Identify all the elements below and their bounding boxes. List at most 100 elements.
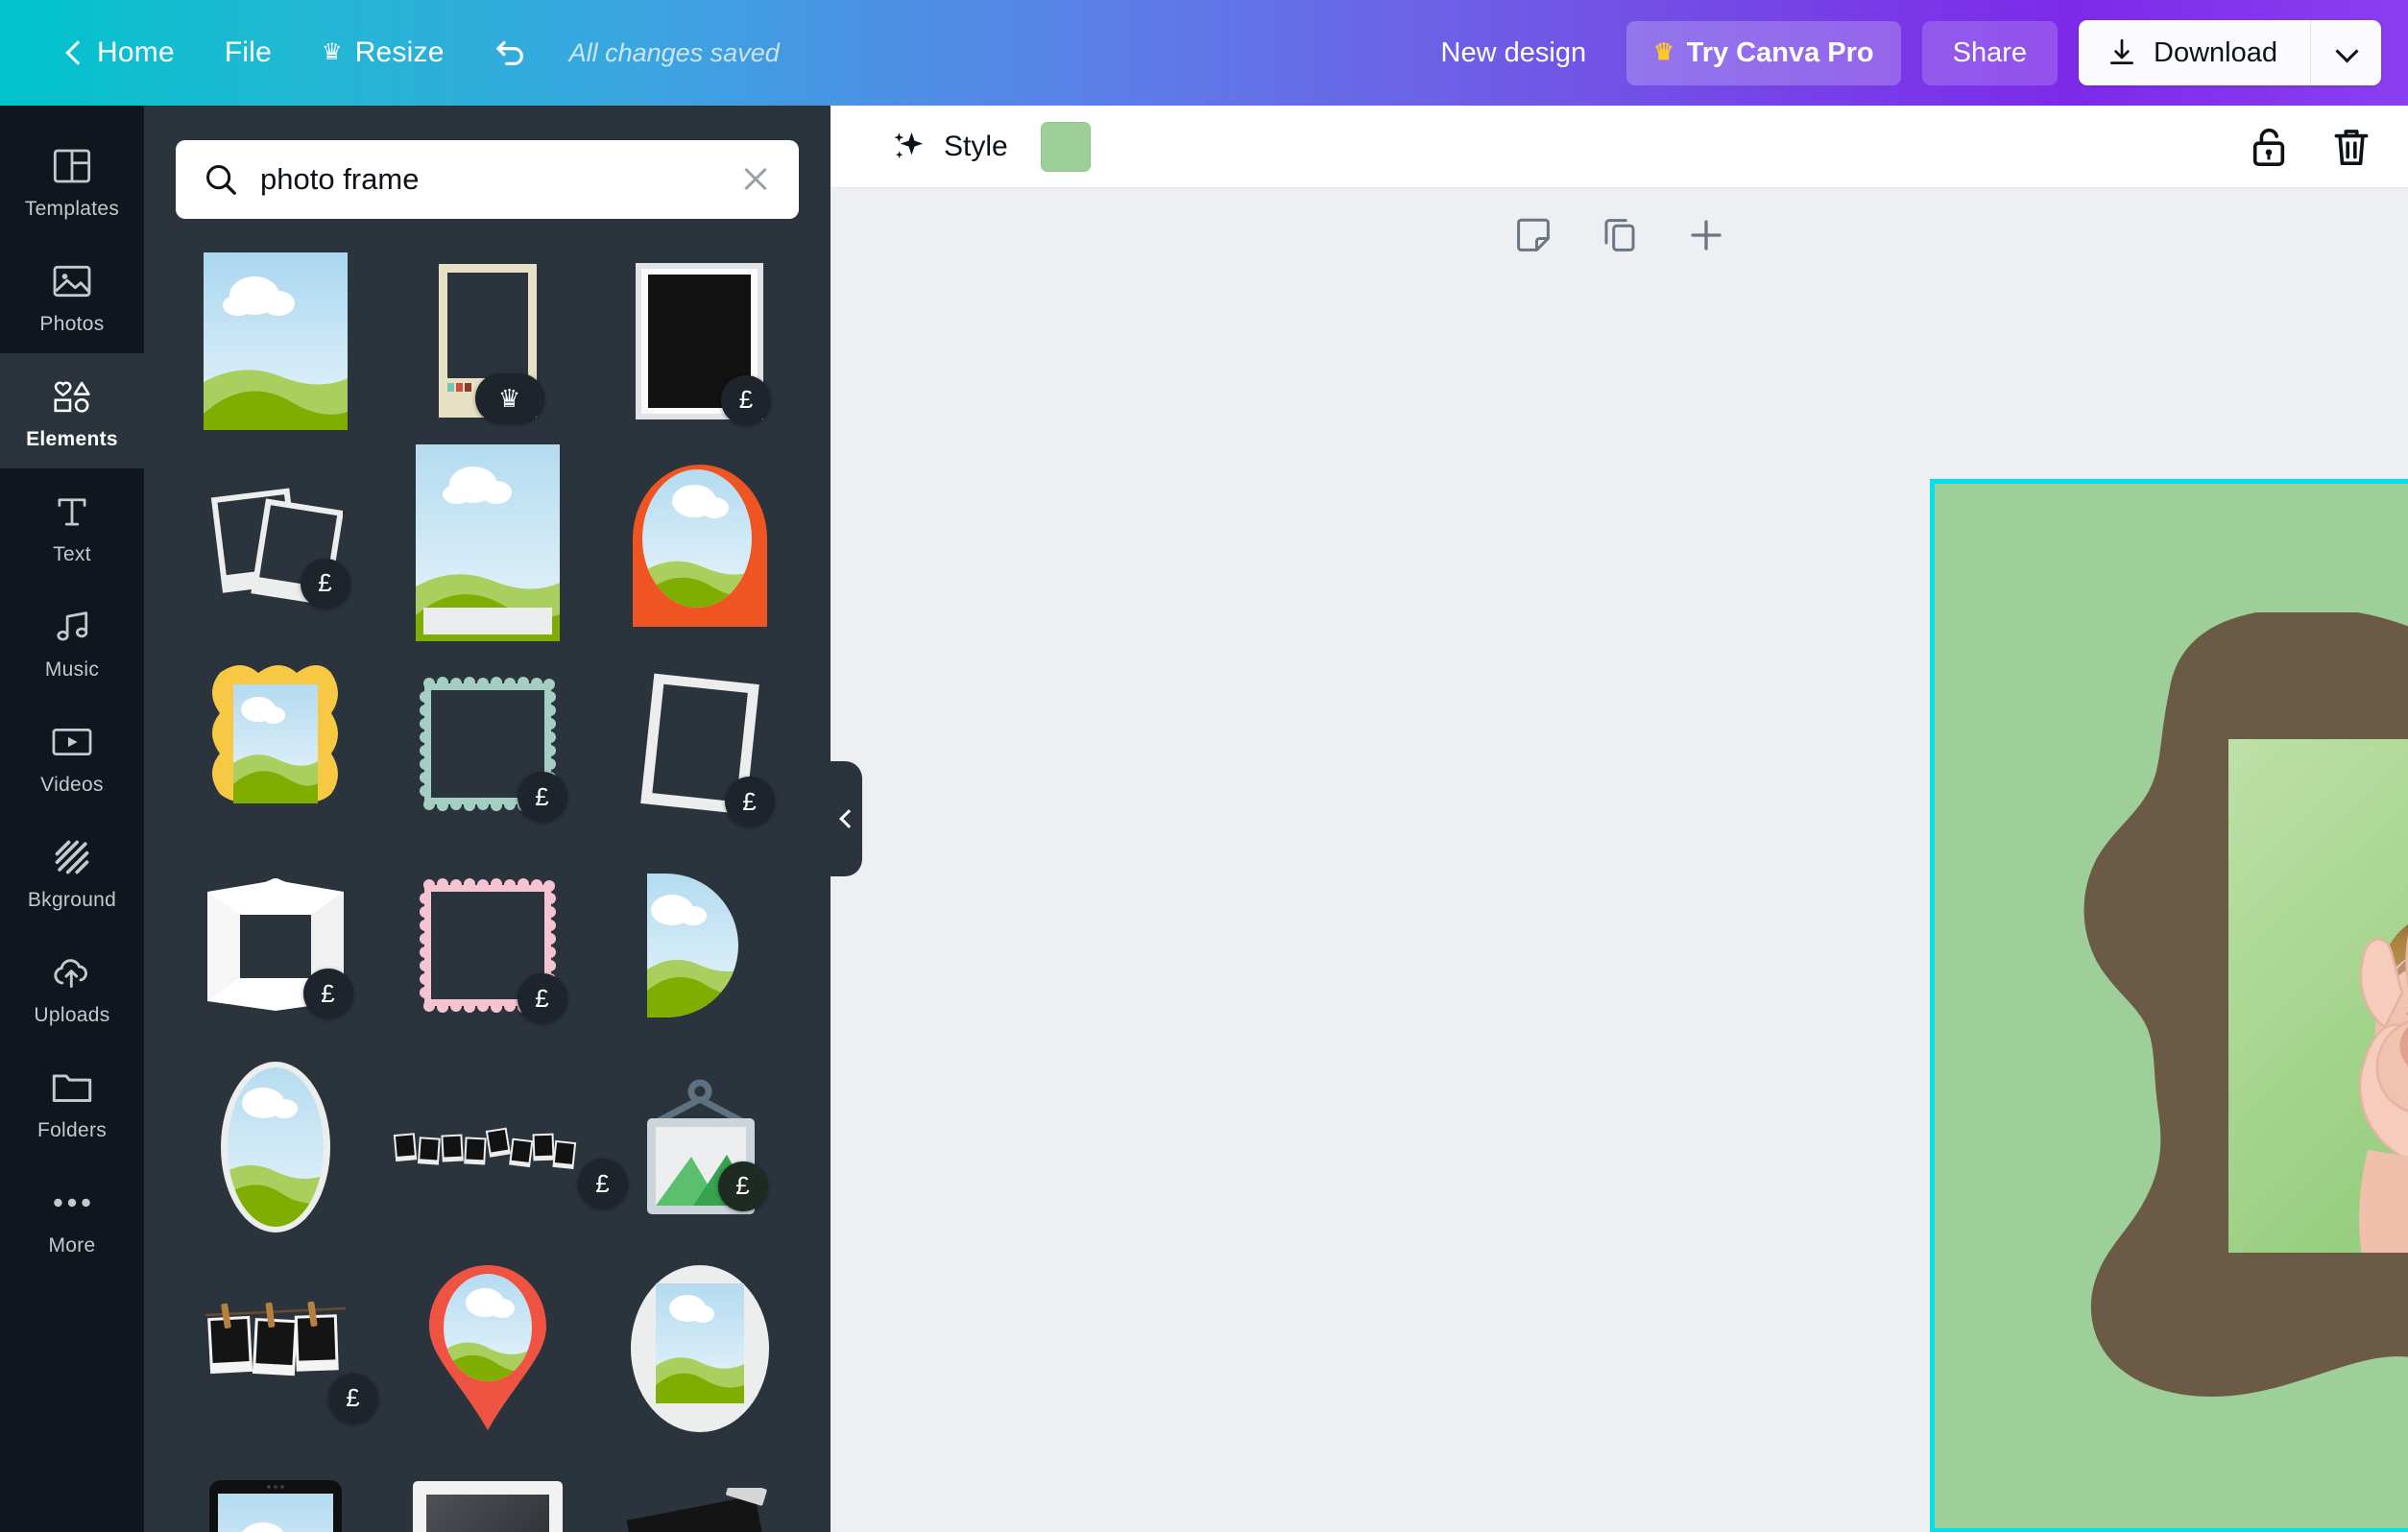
collapse-panel-button[interactable] xyxy=(830,761,862,876)
resize-label: Resize xyxy=(354,36,445,68)
mint-scallop-frame: £ xyxy=(416,672,567,822)
result-item[interactable]: £ xyxy=(176,1248,378,1449)
context-toolbar: Style xyxy=(831,106,2408,188)
search-input[interactable] xyxy=(260,162,718,197)
result-item[interactable] xyxy=(176,240,374,442)
download-button[interactable]: Download xyxy=(2079,20,2310,85)
download-options-button[interactable] xyxy=(2310,20,2381,85)
search-results-grid: ♛ £ £ £ £ £ £ £ £ £ xyxy=(144,238,831,1532)
tilted-polaroid-frame: £ xyxy=(633,667,775,826)
undo-button[interactable] xyxy=(470,21,552,84)
sparkle-icon xyxy=(894,132,924,158)
sidebar-item-uploads[interactable]: Uploads xyxy=(0,929,144,1044)
lock-button[interactable] xyxy=(2249,125,2289,169)
result-item[interactable]: £ xyxy=(176,442,374,643)
result-item[interactable] xyxy=(388,1248,587,1449)
home-label: Home xyxy=(97,36,175,68)
monitor-screen-frame xyxy=(411,1479,565,1532)
price-badge: £ xyxy=(327,1373,378,1424)
sidebar-item-label: Text xyxy=(53,543,91,565)
plain-rect-frame xyxy=(203,251,348,430)
ellipsis-icon xyxy=(50,1181,94,1225)
sidebar-item-label: Folders xyxy=(36,1119,108,1141)
sidebar-item-label: Bkground xyxy=(27,889,117,911)
notes-button[interactable] xyxy=(1513,215,1553,260)
result-item[interactable]: £ xyxy=(388,643,587,845)
price-badge: £ xyxy=(721,374,771,425)
taped-photo-frame xyxy=(623,1488,777,1532)
plus-icon xyxy=(1690,220,1722,251)
design-page[interactable] xyxy=(1930,479,2408,1532)
search-icon xyxy=(206,165,236,195)
result-item[interactable]: £ xyxy=(600,1046,799,1248)
music-note-icon xyxy=(50,605,94,649)
download-arrow-icon xyxy=(2110,38,2133,64)
home-button[interactable]: Home xyxy=(38,25,200,81)
caption-rect-frame xyxy=(415,443,560,641)
duplicate-page-icon xyxy=(1604,219,1634,251)
result-item[interactable] xyxy=(600,1449,799,1532)
result-item[interactable] xyxy=(388,1449,587,1532)
sidebar-item-templates[interactable]: Templates xyxy=(0,123,144,238)
gold-ornate-frame xyxy=(203,656,349,833)
style-button[interactable]: Style xyxy=(880,120,1018,174)
result-item[interactable] xyxy=(388,442,587,643)
editor-body: Templates Photos Elements Text Music Vid… xyxy=(0,106,2408,1532)
undo-arrow-icon xyxy=(495,40,523,65)
sidebar-item-photos[interactable]: Photos xyxy=(0,238,144,353)
top-toolbar: Home File ♛ Resize All changes saved New… xyxy=(0,0,2408,106)
price-badge: £ xyxy=(517,973,567,1023)
result-item[interactable] xyxy=(176,1449,374,1532)
page-tools xyxy=(1513,215,1726,260)
sidebar-item-folders[interactable]: Folders xyxy=(0,1044,144,1160)
result-item[interactable] xyxy=(176,1046,374,1248)
result-item[interactable] xyxy=(600,1248,799,1449)
price-badge: £ xyxy=(517,772,567,822)
sidebar-item-videos[interactable]: Videos xyxy=(0,699,144,814)
result-item[interactable]: £ xyxy=(388,845,587,1046)
two-polaroids-frame: £ xyxy=(208,483,350,609)
white-oval-portrait-frame xyxy=(628,1262,772,1435)
duplicate-page-button[interactable] xyxy=(1600,215,1640,260)
chevron-down-icon xyxy=(2337,43,2356,62)
result-item[interactable]: £ xyxy=(176,845,374,1046)
result-item[interactable]: ♛ xyxy=(388,240,587,442)
text-t-icon xyxy=(50,490,94,534)
hatch-icon xyxy=(50,835,94,879)
hanging-picture-frame: £ xyxy=(624,1078,776,1217)
ornate-wavy-photo-frame[interactable] xyxy=(2080,612,2408,1400)
video-play-icon xyxy=(50,720,94,764)
color-swatch-button[interactable] xyxy=(1040,121,1091,172)
result-item[interactable] xyxy=(600,845,799,1046)
try-canva-pro-button[interactable]: ♛ Try Canva Pro xyxy=(1626,20,1901,85)
folder-icon xyxy=(50,1065,94,1110)
half-circle-frame xyxy=(646,874,753,1017)
result-item[interactable] xyxy=(176,643,374,845)
close-x-icon[interactable] xyxy=(739,163,772,196)
delete-button[interactable] xyxy=(2331,125,2372,169)
sidebar-item-elements[interactable]: Elements xyxy=(0,353,144,468)
sidebar-item-more[interactable]: More xyxy=(0,1160,144,1275)
result-item[interactable]: £ xyxy=(600,643,799,845)
white-oval-frame xyxy=(219,1061,332,1233)
chevron-left-icon xyxy=(838,811,854,826)
canva-editor: Home File ♛ Resize All changes saved New… xyxy=(0,0,2408,1532)
clothesline-photos-frame: £ xyxy=(204,1294,378,1424)
add-page-button[interactable] xyxy=(1686,215,1726,260)
pink-scallop-frame: £ xyxy=(416,874,567,1023)
tablet-device-frame xyxy=(207,1478,344,1532)
result-item[interactable] xyxy=(600,442,799,643)
sidebar-item-bkground[interactable]: Bkground xyxy=(0,814,144,929)
sidebar-item-music[interactable]: Music xyxy=(0,584,144,699)
sidebar-item-label: Uploads xyxy=(34,1004,110,1026)
price-badge: £ xyxy=(724,777,775,826)
search-box[interactable] xyxy=(176,140,799,219)
result-item[interactable]: £ xyxy=(388,1046,628,1248)
new-design-button[interactable]: New design xyxy=(1422,26,1606,81)
file-label: File xyxy=(224,36,272,68)
result-item[interactable]: £ xyxy=(600,240,799,442)
share-button[interactable]: Share xyxy=(1921,20,2059,85)
sidebar-item-text[interactable]: Text xyxy=(0,468,144,584)
file-menu-button[interactable]: File xyxy=(200,25,297,81)
resize-button[interactable]: ♛ Resize xyxy=(297,25,470,81)
